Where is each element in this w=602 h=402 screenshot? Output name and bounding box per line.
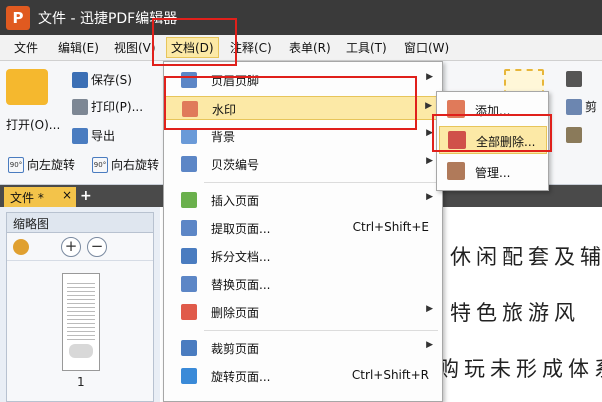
document-text-line: 特色旅游风 (450, 301, 580, 325)
menu-divider (204, 182, 438, 183)
chevron-right-icon: ▶ (426, 192, 433, 202)
menu-tools[interactable]: 工具(T) (346, 39, 387, 56)
menu-bar: 文件 编辑(E) 视图(V) 文档(D) 注释(C) 表单(R) 工具(T) 窗… (0, 35, 602, 61)
menu-item-replace-pages[interactable]: 替换页面... (165, 272, 441, 296)
chevron-right-icon: ▶ (426, 340, 433, 350)
print-label: 打印(P)... (91, 100, 144, 114)
tab-document[interactable]: 文件 * × (4, 187, 76, 207)
print-button[interactable]: 打印(P)... (72, 98, 143, 115)
menu-item-extract-pages[interactable]: 提取页面... Ctrl+Shift+E (165, 216, 441, 240)
menu-item-label: 旋转页面... (211, 370, 271, 384)
menu-item-label: 插入页面 (211, 194, 260, 208)
menu-item-insert-page[interactable]: 插入页面 ▶ (165, 188, 441, 212)
panel-title: 缩略图 (7, 213, 153, 233)
menu-form[interactable]: 表单(R) (289, 39, 331, 56)
chevron-right-icon: ▶ (426, 72, 433, 82)
highlight-box-document-menu (152, 18, 237, 66)
camera-button[interactable] (566, 71, 582, 87)
thumbnail-panel: 缩略图 + − 1 (6, 212, 154, 402)
thumbnail-text-lines (67, 280, 95, 340)
background-icon (181, 128, 197, 144)
menu-item-label: 拆分文档... (211, 250, 271, 264)
cut-button[interactable]: 剪 (566, 98, 597, 115)
rotate-right-button[interactable]: 90° 向右旋转 (92, 156, 159, 173)
export-button[interactable]: 导出 (72, 127, 115, 144)
menu-item-split-document[interactable]: 拆分文档... (165, 244, 441, 268)
rotate-left-button[interactable]: 90° 向左旋转 (8, 156, 75, 173)
menu-item-delete-pages[interactable]: 删除页面 ▶ (165, 300, 441, 324)
zoom-in-button[interactable]: + (61, 237, 81, 257)
rotate-left-icon: 90° (8, 156, 24, 173)
crop-icon (181, 340, 197, 356)
menu-item-bates-number[interactable]: 贝茨编号 ▶ (165, 152, 441, 176)
folder-icon (6, 69, 48, 105)
bates-number-icon (181, 156, 197, 172)
menu-item-crop-pages[interactable]: 裁剪页面 ▶ (165, 336, 441, 360)
chevron-right-icon: ▶ (426, 304, 433, 314)
extract-page-icon (181, 220, 197, 236)
document-text-line: 休闲配套及辅 (450, 245, 602, 269)
submenu-item-manage[interactable]: 管理... (439, 158, 547, 186)
gear-icon[interactable] (13, 239, 29, 255)
menu-item-label: 替换页面... (211, 278, 271, 292)
save-icon (72, 71, 88, 88)
highlight-box-watermark (164, 76, 417, 130)
tool-icon (566, 127, 582, 143)
document-text-line: 购玩未形成体系 (438, 357, 602, 381)
tab-document-label: 文件 * (10, 191, 44, 205)
save-button[interactable]: 保存(S) (72, 71, 132, 88)
manage-watermark-icon (447, 162, 465, 180)
export-label: 导出 (91, 129, 116, 143)
highlight-box-delete-all (432, 114, 552, 152)
chevron-right-icon: ▶ (426, 156, 433, 166)
rotate-right-icon: 90° (92, 156, 108, 173)
menu-item-rotate-pages[interactable]: 旋转页面... Ctrl+Shift+R (165, 364, 441, 388)
menu-window[interactable]: 窗口(W) (404, 39, 449, 56)
menu-item-label: 裁剪页面 (211, 342, 260, 356)
tool-button[interactable] (566, 127, 582, 143)
menu-item-label: 删除页面 (211, 306, 260, 320)
menu-edit[interactable]: 编辑(E) (58, 39, 99, 56)
submenu-item-label: 管理... (475, 166, 511, 180)
menu-file[interactable]: 文件 (14, 39, 38, 56)
zoom-out-button[interactable]: − (87, 237, 107, 257)
shortcut-text: Ctrl+Shift+E (352, 220, 429, 234)
split-document-icon (181, 248, 197, 264)
insert-page-icon (181, 192, 197, 208)
menu-item-label: 贝茨编号 (211, 158, 260, 172)
menu-divider (204, 330, 438, 331)
menu-item-label: 提取页面... (211, 222, 271, 236)
rotate-right-label: 向右旋转 (111, 158, 160, 172)
save-label: 保存(S) (91, 73, 132, 87)
rotate-page-icon (181, 368, 197, 384)
menu-view[interactable]: 视图(V) (114, 39, 156, 56)
panel-toolbar: + − (7, 233, 153, 261)
menu-item-label: 背景 (211, 130, 236, 144)
close-icon[interactable]: × (62, 188, 72, 202)
title-bar: P 文件 - 迅捷PDF编辑器 (0, 0, 602, 35)
open-button[interactable]: 打开(O)... (6, 69, 60, 133)
app-logo-icon: P (6, 6, 30, 30)
open-label: 打开(O)... (6, 118, 61, 132)
delete-page-icon (181, 304, 197, 320)
shortcut-text: Ctrl+Shift+R (351, 368, 429, 382)
add-tab-icon[interactable]: + (80, 188, 92, 204)
export-icon (72, 127, 88, 144)
camera-icon (566, 71, 582, 87)
replace-page-icon (181, 276, 197, 292)
rotate-left-label: 向左旋转 (27, 158, 76, 172)
thumbnail-image (69, 344, 93, 358)
printer-icon (72, 98, 88, 115)
chevron-right-icon: ▶ (425, 101, 432, 111)
cut-icon (566, 98, 582, 115)
page-number: 1 (77, 375, 85, 389)
cut-label: 剪 (585, 100, 598, 114)
page-thumbnail[interactable] (62, 273, 100, 371)
